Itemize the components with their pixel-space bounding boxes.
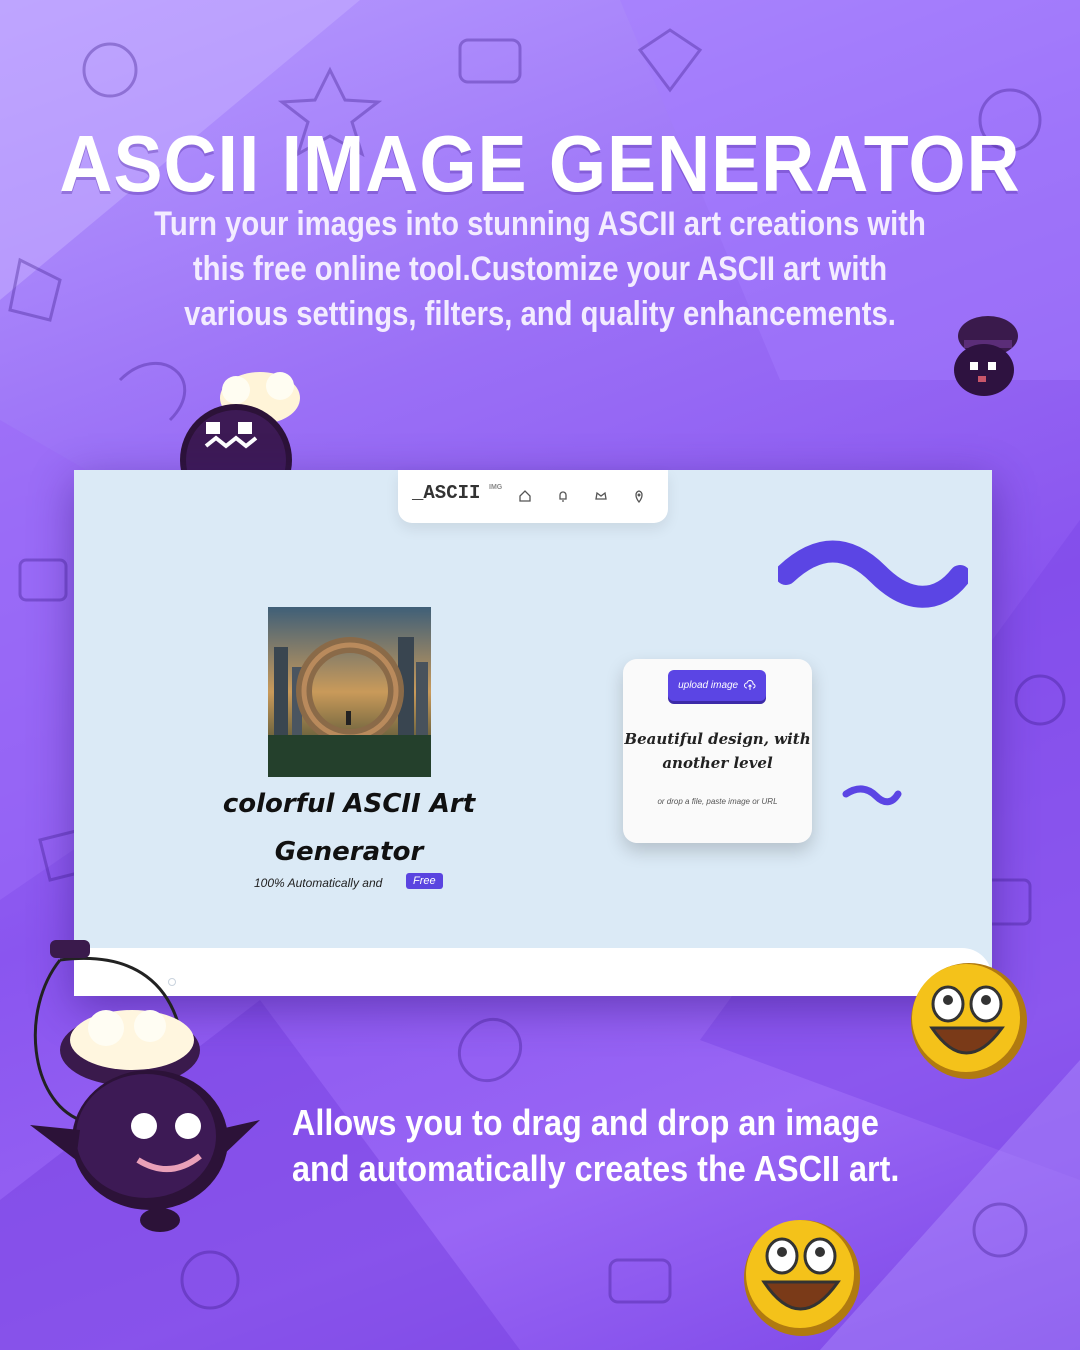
card-drop-note: or drop a file, paste image or URL xyxy=(657,797,778,806)
smiley-emoji-icon-large xyxy=(744,1220,860,1336)
app-tagline: 100% Automatically and xyxy=(254,876,383,890)
free-badge: Free xyxy=(406,873,443,889)
bell-icon[interactable] xyxy=(556,489,570,503)
hero-footer-text: Allows you to drag and drop an image and… xyxy=(292,1102,900,1189)
upload-card: upload image Beautiful design, with anot… xyxy=(623,659,812,843)
location-pin-icon[interactable] xyxy=(632,489,646,503)
card-heading: Beautiful design, with another level xyxy=(624,730,811,772)
upload-image-button[interactable]: upload image xyxy=(668,670,766,701)
small-brush-decoration xyxy=(842,785,902,806)
app-logo[interactable]: _ASCII xyxy=(412,482,480,504)
app-logo-sup: IMG xyxy=(489,484,503,491)
app-headline: colorful ASCII Art Generator xyxy=(222,789,476,867)
upload-button-label: upload image xyxy=(678,680,739,691)
app-screenshot: _ASCII IMG colorful ASCII Art Generator … xyxy=(74,470,992,996)
cloud-upload-icon xyxy=(743,680,756,691)
brush-stroke-decoration xyxy=(778,540,968,608)
smiley-emoji-icon xyxy=(911,963,1027,1079)
hero-title: ASCII IMAGE GENERATOR xyxy=(59,119,1021,208)
crown-icon[interactable] xyxy=(594,489,608,503)
app-navbar: _ASCII IMG xyxy=(398,470,668,523)
home-icon[interactable] xyxy=(518,489,532,503)
hero-subtitle: Turn your images into stunning ASCII art… xyxy=(154,205,926,333)
preview-image xyxy=(268,607,431,777)
witch-mascot-large xyxy=(30,940,260,1232)
witch-mascot-small xyxy=(954,316,1018,396)
